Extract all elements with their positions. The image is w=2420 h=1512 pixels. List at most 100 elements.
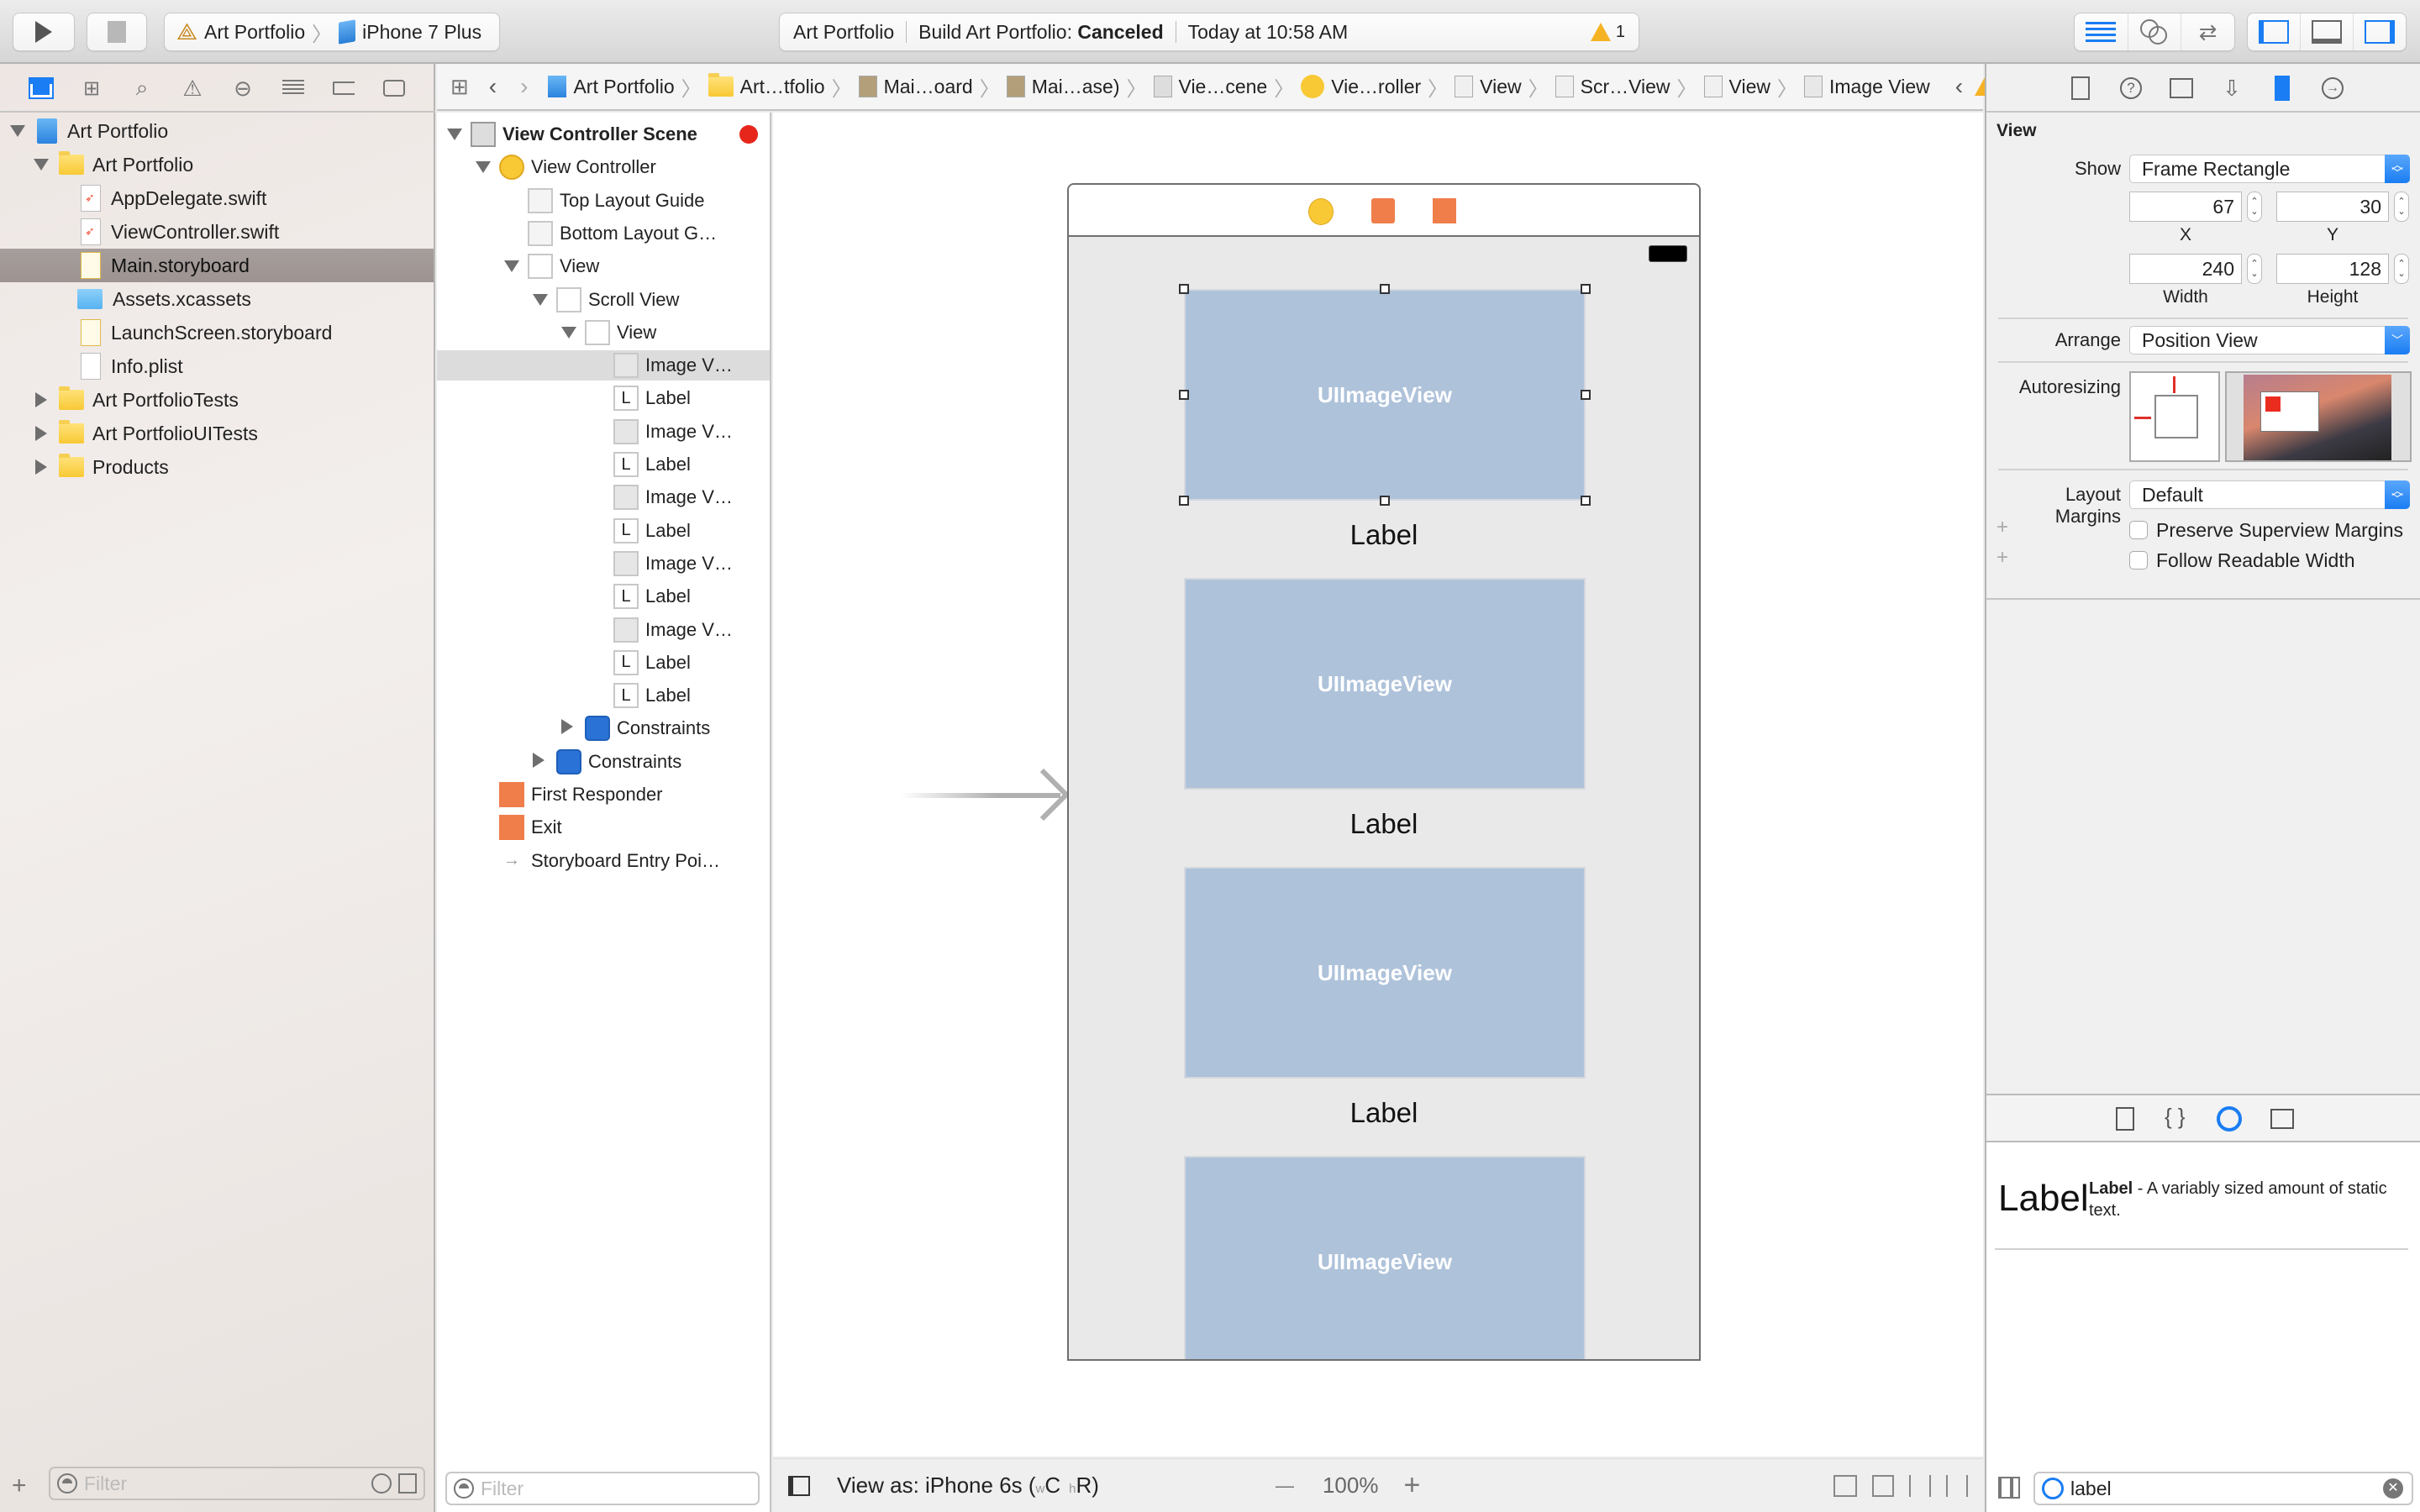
top-strut-icon[interactable] bbox=[2173, 376, 2175, 393]
image-view[interactable]: UIImageView bbox=[1184, 578, 1586, 790]
tab-connections-inspector[interactable]: → bbox=[2319, 74, 2346, 102]
breadcrumb-item[interactable]: View bbox=[1455, 76, 1522, 98]
recent-files-icon[interactable] bbox=[371, 1473, 392, 1494]
standard-editor-button[interactable] bbox=[2075, 13, 2128, 50]
tab-identity-inspector[interactable] bbox=[2168, 74, 2195, 102]
outline-row[interactable]: Constraints bbox=[437, 747, 770, 777]
disclosure-open-icon[interactable] bbox=[447, 129, 462, 140]
autoresizing-mask-control[interactable] bbox=[2129, 371, 2220, 462]
tree-item-folder[interactable]: Art PortfolioTests bbox=[0, 383, 434, 417]
preserve-superview-margins-checkbox[interactable] bbox=[2129, 521, 2148, 539]
tab-project-navigator[interactable] bbox=[29, 76, 54, 101]
grid-view-toggle-icon[interactable] bbox=[1998, 1477, 2020, 1499]
view-controller-scene[interactable]: UIImageView Label UIImageView Label UIImageV… bbox=[1067, 183, 1701, 1361]
outline-row[interactable]: L Label bbox=[437, 449, 770, 480]
source-control-filter-icon[interactable] bbox=[398, 1473, 417, 1494]
outline-row-selected[interactable]: Image V… bbox=[437, 350, 770, 381]
stack-icon[interactable] bbox=[1872, 1474, 1894, 1497]
disclosure-closed-icon[interactable] bbox=[35, 392, 47, 407]
zoom-in-button[interactable]: + bbox=[1403, 1469, 1420, 1502]
disclosure-open-icon[interactable] bbox=[533, 293, 548, 306]
disclosure-open-icon[interactable] bbox=[34, 159, 49, 171]
breadcrumb-item[interactable]: View bbox=[1703, 76, 1770, 98]
canvas-label[interactable]: Label bbox=[1069, 1097, 1699, 1129]
zoom-out-button[interactable]: — bbox=[1276, 1475, 1294, 1497]
outline-row[interactable]: L Label bbox=[437, 648, 770, 678]
outline-row[interactable]: Scroll View bbox=[437, 285, 770, 315]
outline-row[interactable]: L Label bbox=[437, 680, 770, 711]
tab-quick-help[interactable]: ? bbox=[2118, 74, 2144, 102]
tree-item-project[interactable]: Art Portfolio bbox=[0, 114, 434, 148]
add-file-button[interactable]: + bbox=[12, 1472, 27, 1500]
embed-in-stack-icon[interactable] bbox=[1833, 1474, 1857, 1497]
tab-symbol-navigator[interactable]: ⊞ bbox=[79, 76, 104, 101]
outline-row[interactable]: View Controller Scene bbox=[437, 119, 770, 150]
outline-row[interactable]: → Storyboard Entry Poi… bbox=[437, 846, 770, 876]
breadcrumb-item[interactable]: Art Portfolio bbox=[548, 76, 675, 98]
first-responder-icon[interactable] bbox=[1371, 198, 1395, 223]
outline-row[interactable]: Image V… bbox=[437, 482, 770, 512]
breadcrumb-item[interactable]: Mai…ase) bbox=[1006, 76, 1120, 98]
scheme-selector[interactable]: ⟁ Art Portfolio 〉 iPhone 7 Plus bbox=[164, 13, 500, 51]
forward-button[interactable]: › bbox=[520, 73, 528, 100]
tab-report-navigator[interactable] bbox=[381, 76, 407, 101]
related-items-icon[interactable]: ⊞ bbox=[450, 74, 469, 100]
view-as-device-button[interactable]: View as: iPhone 6s (w Ch R) bbox=[837, 1473, 1099, 1499]
y-stepper[interactable]: ⌃ ⌄ bbox=[2394, 192, 2409, 222]
y-field[interactable]: 30 bbox=[2276, 192, 2389, 222]
scheme-project[interactable]: Art Portfolio bbox=[204, 21, 305, 44]
x-stepper[interactable]: ⌃ ⌄ bbox=[2247, 192, 2262, 222]
scene-error-icon[interactable] bbox=[739, 125, 758, 144]
outline-row[interactable]: Image V… bbox=[437, 615, 770, 645]
exit-icon[interactable] bbox=[1433, 198, 1456, 223]
resize-handle[interactable] bbox=[1581, 284, 1591, 294]
outline-row[interactable]: Bottom Layout G… bbox=[437, 218, 770, 249]
canvas-label[interactable]: Label bbox=[1069, 519, 1699, 551]
tree-item-file[interactable]: Assets.xcassets bbox=[0, 282, 434, 316]
height-stepper[interactable]: ⌃ ⌄ bbox=[2394, 254, 2409, 284]
outline-filter-input[interactable]: Filter bbox=[445, 1472, 760, 1505]
canvas-label[interactable]: Label bbox=[1069, 808, 1699, 840]
breadcrumb-item[interactable]: Scr…View bbox=[1555, 76, 1670, 98]
tab-file-inspector[interactable] bbox=[2067, 74, 2094, 102]
tab-breakpoint-navigator[interactable] bbox=[331, 76, 356, 101]
outline-row[interactable]: View bbox=[437, 251, 770, 281]
outline-row[interactable]: Exit bbox=[437, 812, 770, 843]
resize-handle[interactable] bbox=[1179, 284, 1189, 294]
interface-builder-canvas[interactable]: UIImageView Label UIImageView Label UIImageV… bbox=[773, 113, 1983, 1457]
outline-row[interactable]: L Label bbox=[437, 581, 770, 612]
layout-margins-popup[interactable]: Default ︿ ﹀ bbox=[2129, 480, 2410, 509]
navigator-filter-input[interactable]: Filter bbox=[49, 1467, 425, 1500]
breadcrumb-item[interactable]: Art…tfolio bbox=[708, 73, 825, 98]
tree-item-file-selected[interactable]: Main.storyboard bbox=[0, 249, 434, 282]
tab-find-navigator[interactable]: ⌕ bbox=[129, 75, 155, 101]
disclosure-closed-icon[interactable] bbox=[35, 459, 47, 475]
left-strut-icon[interactable] bbox=[2134, 417, 2151, 419]
resize-handle[interactable] bbox=[1179, 390, 1189, 400]
image-view[interactable]: UIImageView bbox=[1184, 867, 1586, 1079]
align-icon[interactable] bbox=[1909, 1474, 1931, 1497]
clear-search-button[interactable]: ✕ bbox=[2383, 1478, 2403, 1499]
tree-item-folder[interactable]: Products bbox=[0, 450, 434, 484]
outline-row[interactable]: View bbox=[437, 318, 770, 348]
toggle-outline-icon[interactable] bbox=[788, 1475, 810, 1496]
view-controller-icon[interactable] bbox=[1308, 198, 1334, 225]
scheme-device[interactable]: iPhone 7 Plus bbox=[362, 21, 481, 44]
tree-item-file[interactable]: ➶ ViewController.swift bbox=[0, 215, 434, 249]
follow-readable-width-checkbox[interactable] bbox=[2129, 551, 2148, 570]
tab-size-inspector[interactable] bbox=[2269, 74, 2296, 102]
resize-handle[interactable] bbox=[1179, 496, 1189, 506]
resize-handle[interactable] bbox=[1380, 496, 1390, 506]
media-library-icon[interactable] bbox=[2270, 1109, 2294, 1129]
tab-attributes-inspector[interactable]: ⇩ bbox=[2218, 74, 2245, 102]
tree-item-file[interactable]: ➶ AppDelegate.swift bbox=[0, 181, 434, 215]
tree-item-folder[interactable]: Art PortfolioUITests bbox=[0, 417, 434, 450]
toggle-debug-button[interactable] bbox=[2301, 13, 2354, 50]
outline-row[interactable]: First Responder bbox=[437, 780, 770, 810]
tree-item-file[interactable]: LaunchScreen.storyboard bbox=[0, 316, 434, 349]
image-view-selected[interactable]: UIImageView bbox=[1184, 289, 1586, 501]
pin-icon[interactable] bbox=[1946, 1474, 1968, 1497]
image-view[interactable]: UIImageView bbox=[1184, 1156, 1586, 1359]
outline-row[interactable]: Constraints bbox=[437, 713, 770, 743]
breadcrumb-item[interactable]: Image View bbox=[1803, 76, 1930, 98]
